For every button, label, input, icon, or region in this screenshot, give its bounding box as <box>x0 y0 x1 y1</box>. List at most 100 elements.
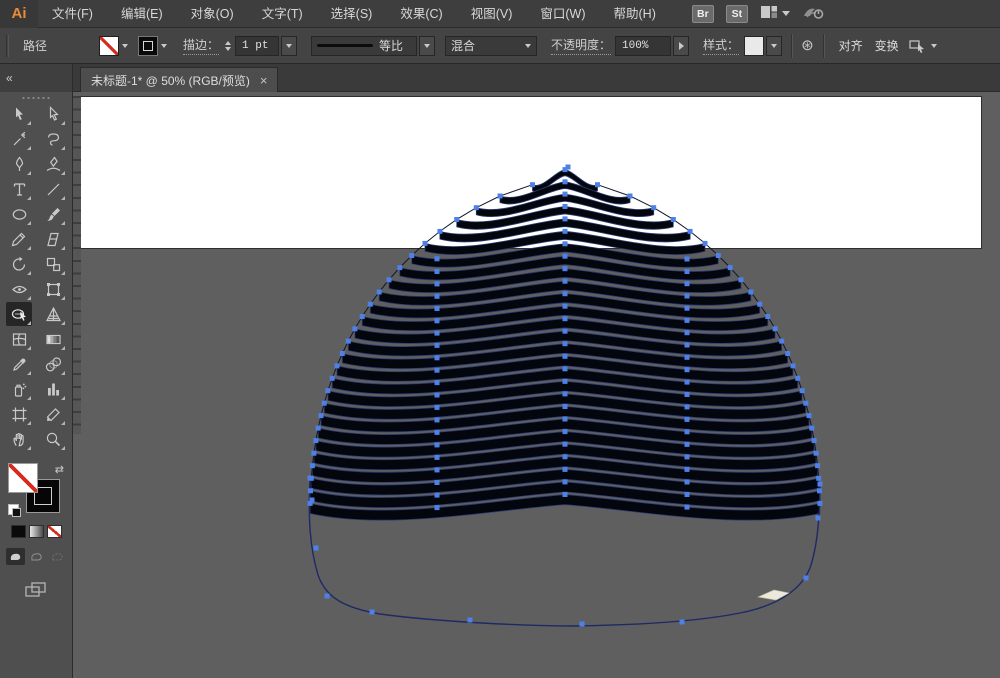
collapse-panel-icon[interactable]: « <box>6 71 13 85</box>
anchor-point[interactable] <box>757 302 762 307</box>
artboard-tool[interactable] <box>6 402 32 426</box>
anchor-point[interactable] <box>377 290 382 295</box>
anchor-point[interactable] <box>814 451 819 456</box>
anchor-point[interactable] <box>435 405 440 410</box>
artwork-svg[interactable] <box>73 92 1000 678</box>
symbol-sprayer-tool[interactable] <box>6 377 32 401</box>
free-transform-tool[interactable] <box>40 277 66 301</box>
anchor-point[interactable] <box>685 454 690 459</box>
anchor-point[interactable] <box>435 493 440 498</box>
blend-tool[interactable] <box>40 352 66 376</box>
close-tab-icon[interactable]: × <box>260 74 268 87</box>
anchor-point[interactable] <box>563 179 568 184</box>
anchor-point[interactable] <box>435 331 440 336</box>
anchor-point[interactable] <box>335 363 340 368</box>
anchor-point[interactable] <box>454 217 459 222</box>
anchor-point[interactable] <box>563 454 568 459</box>
anchor-point[interactable] <box>563 266 568 271</box>
width-profile-dropdown[interactable]: 等比 <box>311 36 417 56</box>
document-tab[interactable]: 未标题-1* @ 50% (RGB/预览) × <box>80 67 278 92</box>
width-profile-chevron[interactable] <box>419 36 435 56</box>
anchor-point[interactable] <box>563 254 568 259</box>
swap-fill-stroke-icon[interactable]: ⇄ <box>55 463 64 476</box>
brush-definition-dropdown[interactable]: 混合 <box>445 36 537 56</box>
anchor-point[interactable] <box>340 351 345 356</box>
anchor-point[interactable] <box>816 516 821 521</box>
canvas-area[interactable] <box>73 92 1000 678</box>
anchor-point[interactable] <box>685 294 690 299</box>
anchor-point[interactable] <box>803 401 808 406</box>
anchor-point[interactable] <box>563 229 568 234</box>
anchor-point[interactable] <box>818 482 823 487</box>
anchor-point[interactable] <box>815 463 820 468</box>
default-fill-stroke-icon[interactable] <box>8 504 19 515</box>
anchor-point[interactable] <box>703 241 708 246</box>
shaper-tool[interactable] <box>6 227 32 251</box>
anchor-point[interactable] <box>765 314 770 319</box>
slice-tool[interactable] <box>40 402 66 426</box>
anchor-point[interactable] <box>563 366 568 371</box>
screen-mode-control[interactable] <box>0 581 72 599</box>
anchor-point[interactable] <box>671 217 676 222</box>
eraser-tool[interactable] <box>40 227 66 251</box>
opacity-value[interactable]: 100% <box>615 36 671 56</box>
anchor-point[interactable] <box>685 318 690 323</box>
magic-wand-tool[interactable] <box>6 127 32 151</box>
anchor-point[interactable] <box>322 401 327 406</box>
anchor-point[interactable] <box>368 302 373 307</box>
anchor-point[interactable] <box>313 438 318 443</box>
anchor-point[interactable] <box>685 480 690 485</box>
anchor-point[interactable] <box>352 326 357 331</box>
anchor-point[interactable] <box>435 455 440 460</box>
anchor-point[interactable] <box>310 463 315 468</box>
menu-item-3[interactable]: 文字(T) <box>248 0 317 28</box>
anchor-point[interactable] <box>325 594 330 599</box>
anchor-point[interactable] <box>739 277 744 282</box>
anchor-point[interactable] <box>308 476 313 481</box>
draw-behind-icon[interactable] <box>27 548 46 565</box>
anchor-point[interactable] <box>563 404 568 409</box>
draw-inside-icon[interactable] <box>48 548 67 565</box>
anchor-point[interactable] <box>498 194 503 199</box>
anchor-point[interactable] <box>435 380 440 385</box>
anchor-point[interactable] <box>435 294 440 299</box>
style-panel-link[interactable]: 样式： <box>703 36 739 55</box>
anchor-point[interactable] <box>435 256 440 261</box>
anchor-point[interactable] <box>816 476 821 481</box>
anchor-point[interactable] <box>685 306 690 311</box>
anchor-point[interactable] <box>563 192 568 197</box>
stepper-down-icon[interactable] <box>225 47 231 51</box>
mesh-tool[interactable] <box>6 327 32 351</box>
chevron-down-icon[interactable] <box>122 44 128 48</box>
rotate-tool[interactable] <box>6 252 32 276</box>
anchor-point[interactable] <box>563 429 568 434</box>
chevron-down-icon[interactable] <box>161 44 167 48</box>
menu-item-2[interactable]: 对象(O) <box>177 0 248 28</box>
stroke-color-control[interactable] <box>138 36 167 56</box>
menu-item-5[interactable]: 效果(C) <box>386 0 456 28</box>
menu-item-7[interactable]: 窗口(W) <box>526 0 599 28</box>
anchor-point[interactable] <box>360 314 365 319</box>
anchor-point[interactable] <box>435 467 440 472</box>
selection-tool[interactable] <box>6 102 32 126</box>
anchor-point[interactable] <box>474 205 479 210</box>
anchor-point[interactable] <box>435 368 440 373</box>
stroke-weight-value[interactable]: 1 pt <box>235 36 279 56</box>
anchor-point[interactable] <box>563 241 568 246</box>
anchor-point[interactable] <box>580 622 585 627</box>
anchor-point[interactable] <box>563 442 568 447</box>
menu-item-0[interactable]: 文件(F) <box>38 0 107 28</box>
anchor-point[interactable] <box>685 505 690 510</box>
anchor-point[interactable] <box>563 329 568 334</box>
anchor-point[interactable] <box>748 290 753 295</box>
anchor-point[interactable] <box>530 182 535 187</box>
stroke-panel-link[interactable]: 描边： <box>183 36 219 55</box>
anchor-point[interactable] <box>685 269 690 274</box>
anchor-point[interactable] <box>628 194 633 199</box>
fill-color-control[interactable] <box>99 36 128 56</box>
opacity-chevron[interactable] <box>673 36 689 56</box>
anchor-point[interactable] <box>685 281 690 286</box>
anchor-point[interactable] <box>330 376 335 381</box>
anchor-point[interactable] <box>728 265 733 270</box>
anchor-point[interactable] <box>435 281 440 286</box>
